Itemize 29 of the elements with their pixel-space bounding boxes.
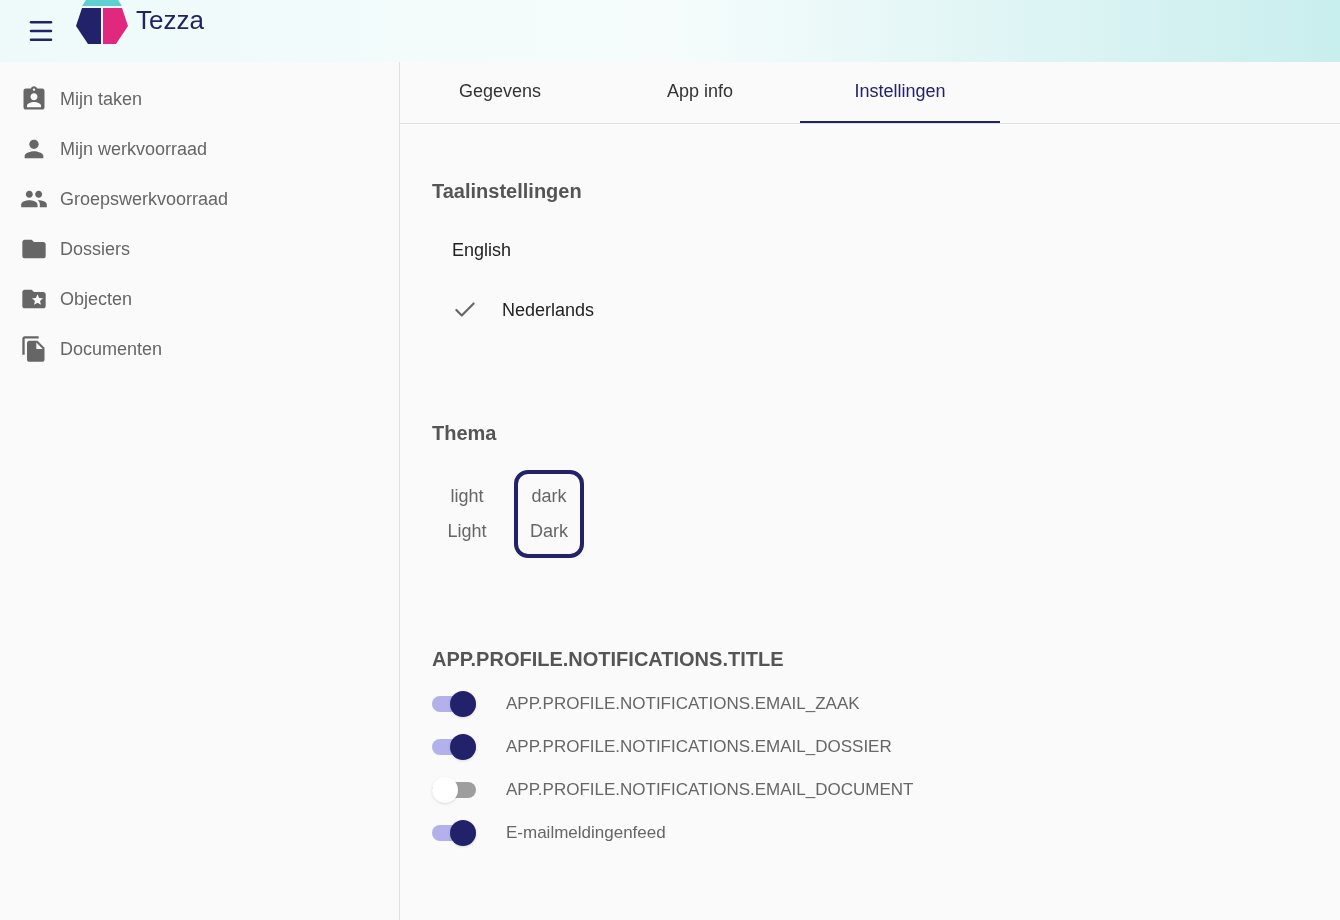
toggle-switch[interactable] [432,733,476,760]
notification-label: E-mailmeldingenfeed [506,821,666,844]
notification-label: APP.PROFILE.NOTIFICATIONS.EMAIL_DOCUMENT [506,778,914,801]
language-option[interactable]: Nederlands [432,290,732,330]
theme-option[interactable]: light Light [432,470,502,558]
toggle-switch[interactable] [432,776,476,803]
language-label: English [452,238,512,262]
sidebar-item[interactable]: Dossiers [0,224,399,274]
section-title: Taalinstellingen [432,179,583,204]
logo-icon [76,0,128,44]
toggle-switch[interactable] [432,819,476,846]
sidebar-item[interactable]: Groepswerkvoorraad [0,174,399,224]
documents-icon [20,335,48,363]
language-option[interactable]: English [432,230,732,270]
sidebar-item[interactable]: Objecten [0,274,399,324]
theme-option[interactable]: dark Dark [514,470,584,558]
tab[interactable]: Gegevens [400,62,600,123]
language-label: Nederlands [502,298,595,322]
sidebar-item[interactable]: Mijn werkvoorraad [0,124,399,174]
tab[interactable]: App info [600,62,800,123]
notification-label: APP.PROFILE.NOTIFICATIONS.EMAIL_ZAAK [506,692,860,715]
tab[interactable]: Instellingen [800,62,1000,123]
sidebar-item[interactable]: Mijn taken [0,74,399,124]
notification-label: APP.PROFILE.NOTIFICATIONS.EMAIL_DOSSIER [506,735,892,758]
sidebar-item[interactable]: Documenten [0,324,399,374]
section-title: APP.PROFILE.NOTIFICATIONS.TITLE [432,647,785,672]
toggle-switch[interactable] [432,690,476,717]
brand-name: Tezza [136,3,204,37]
section-title: Thema [432,421,498,446]
